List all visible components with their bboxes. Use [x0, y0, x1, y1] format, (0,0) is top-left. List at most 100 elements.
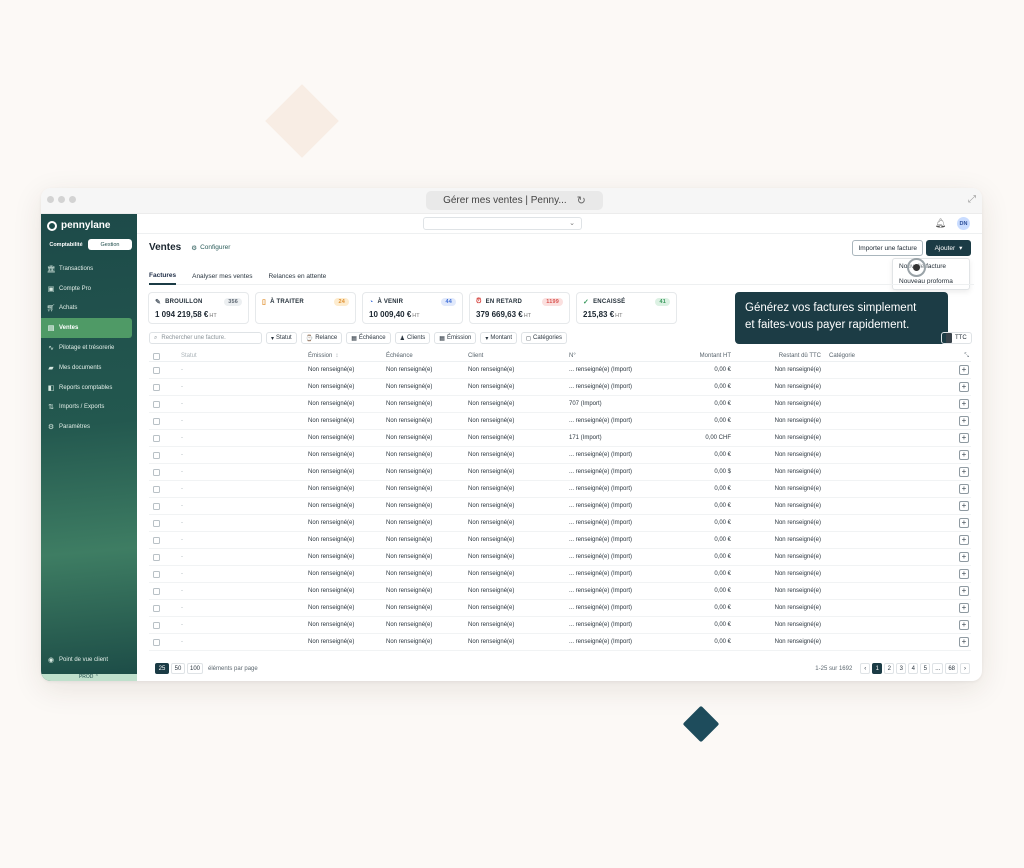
sidebar-item-5[interactable]: ▰ Mes documents [41, 358, 137, 378]
sidebar-item-4[interactable]: ∿ Pilotage et trésorerie [41, 338, 137, 358]
filter-4[interactable]: ▦ Émission [434, 332, 477, 344]
row-checkbox[interactable] [153, 383, 160, 391]
table-row[interactable]: - Non renseigné(e) Non renseigné(e) Non ren… [149, 481, 971, 498]
table-row[interactable]: - Non renseigné(e) Non renseigné(e) Non ren… [149, 379, 971, 396]
filter-0[interactable]: ▾ Statut [266, 332, 297, 344]
page-68[interactable]: 68 [945, 663, 958, 674]
header-echeance[interactable]: Échéance [386, 353, 468, 359]
sidebar-item-1[interactable]: ▣ Compte Pro [41, 279, 137, 299]
page-size-25[interactable]: 25 [155, 663, 169, 674]
expand-icon[interactable]: ⤢ [968, 194, 976, 205]
select-all-checkbox[interactable] [153, 352, 160, 360]
add-category-button[interactable]: + [959, 484, 969, 494]
table-row[interactable]: - Non renseigné(e) Non renseigné(e) Non ren… [149, 464, 971, 481]
tab-relances[interactable]: Relances en attente [268, 267, 326, 285]
module-switch[interactable]: Comptabilité Gestion [44, 239, 132, 250]
table-row[interactable]: - Non renseigné(e) Non renseigné(e) Non ren… [149, 549, 971, 566]
filter-1[interactable]: ⌚ Relance [300, 332, 343, 344]
page-...[interactable]: ... [932, 663, 944, 674]
table-row[interactable]: - Non renseigné(e) Non renseigné(e) Non ren… [149, 430, 971, 447]
add-category-button[interactable]: + [959, 586, 969, 596]
row-checkbox[interactable] [153, 570, 160, 578]
row-checkbox[interactable] [153, 519, 160, 527]
row-checkbox[interactable] [153, 604, 160, 612]
page-size-100[interactable]: 100 [187, 663, 204, 674]
table-row[interactable]: - Non renseigné(e) Non renseigné(e) Non ren… [149, 634, 971, 651]
tab-analyser[interactable]: Analyser mes ventes [192, 267, 252, 285]
import-invoice-button[interactable]: Importer une facture [852, 240, 923, 256]
next-page-icon[interactable]: › [960, 663, 970, 674]
page-5[interactable]: 5 [920, 663, 931, 674]
address-bar[interactable]: Gérer mes ventes | Penny... ↻ [426, 191, 603, 210]
status-card[interactable]: ▯ À TRAITER 24 [255, 292, 356, 324]
page-size-50[interactable]: 50 [171, 663, 185, 674]
table-row[interactable]: - Non renseigné(e) Non renseigné(e) Non ren… [149, 600, 971, 617]
table-row[interactable]: - Non renseigné(e) Non renseigné(e) Non ren… [149, 498, 971, 515]
status-card[interactable]: ✎ BROUILLON 356 1 094 219,58 €HT [148, 292, 249, 324]
add-category-button[interactable]: + [959, 637, 969, 647]
header-emission[interactable]: Émission ↕ [308, 353, 386, 359]
add-category-button[interactable]: + [959, 518, 969, 528]
header-category[interactable]: Catégorie [821, 353, 903, 359]
add-category-button[interactable]: + [959, 620, 969, 630]
add-category-button[interactable]: + [959, 467, 969, 477]
prev-page-icon[interactable]: ‹ [860, 663, 871, 674]
sidebar-item-3[interactable]: ▤ Ventes [41, 318, 132, 339]
status-card[interactable]: ◔ À VENIR 44 10 009,40 €HT [362, 292, 463, 324]
reload-icon[interactable]: ↻ [577, 194, 586, 207]
add-category-button[interactable]: + [959, 416, 969, 426]
row-checkbox[interactable] [153, 502, 160, 510]
columns-settings-icon[interactable]: ⤡ [964, 353, 969, 360]
table-row[interactable]: - Non renseigné(e) Non renseigné(e) Non ren… [149, 532, 971, 549]
add-category-button[interactable]: + [959, 399, 969, 409]
filter-2[interactable]: ▦ Échéance [346, 332, 391, 344]
table-row[interactable]: - Non renseigné(e) Non renseigné(e) Non ren… [149, 583, 971, 600]
page-1[interactable]: 1 [872, 663, 883, 674]
filter-3[interactable]: ♟ Clients [394, 332, 431, 344]
header-client[interactable]: Client [468, 353, 569, 359]
add-category-button[interactable]: + [959, 501, 969, 511]
row-checkbox[interactable] [153, 621, 160, 629]
segment-comptabilite[interactable]: Comptabilité [44, 239, 88, 250]
add-category-button[interactable]: + [959, 535, 969, 545]
add-category-button[interactable]: + [959, 450, 969, 460]
filter-6[interactable]: ◻ Catégories [521, 332, 568, 344]
row-checkbox[interactable] [153, 536, 160, 544]
table-row[interactable]: - Non renseigné(e) Non renseigné(e) Non ren… [149, 617, 971, 634]
configure-link[interactable]: ⚙ Configurer [191, 244, 230, 252]
status-card[interactable]: ⏰︎ EN RETARD 1199 379 669,63 €HT [469, 292, 570, 324]
header-amount[interactable]: Montant HT [665, 353, 731, 359]
header-status[interactable]: Statut [181, 353, 308, 359]
header-remaining[interactable]: Restant dû TTC [731, 353, 821, 359]
table-row[interactable]: - Non renseigné(e) Non renseigné(e) Non ren… [149, 396, 971, 413]
table-row[interactable]: - Non renseigné(e) Non renseigné(e) Non ren… [149, 566, 971, 583]
sidebar-item-8[interactable]: ⚙ Paramètres [41, 417, 137, 437]
row-checkbox[interactable] [153, 638, 160, 646]
page-3[interactable]: 3 [896, 663, 907, 674]
row-checkbox[interactable] [153, 468, 160, 476]
sidebar-bottom-item-0[interactable]: ◉ Point de vue client [41, 650, 137, 670]
bell-icon[interactable]: 🔔︎ [935, 218, 946, 229]
add-category-button[interactable]: + [959, 603, 969, 613]
search-input[interactable]: ⌕ Rechercher une facture. [149, 332, 262, 344]
row-checkbox[interactable] [153, 587, 160, 595]
row-checkbox[interactable] [153, 417, 160, 425]
table-row[interactable]: - Non renseigné(e) Non renseigné(e) Non ren… [149, 362, 971, 379]
sidebar-item-0[interactable]: 🏛︎ Transactions [41, 259, 137, 279]
brand-logo[interactable]: pennylane [47, 220, 110, 231]
environment-badge[interactable]: PROD ⌃ [41, 674, 137, 681]
row-checkbox[interactable] [153, 434, 160, 442]
row-checkbox[interactable] [153, 366, 160, 374]
segment-gestion[interactable]: Gestion [88, 239, 132, 250]
avatar[interactable]: DN [957, 217, 970, 230]
row-checkbox[interactable] [153, 553, 160, 561]
page-2[interactable]: 2 [884, 663, 895, 674]
window-controls[interactable] [47, 196, 76, 203]
filter-5[interactable]: ▾ Montant [480, 332, 518, 344]
add-button[interactable]: Ajouter ▾ [926, 240, 971, 256]
status-card[interactable]: ✓ ENCAISSÉ 41 215,83 €HT [576, 292, 677, 324]
company-selector[interactable]: ⌄ [423, 217, 582, 230]
table-row[interactable]: - Non renseigné(e) Non renseigné(e) Non ren… [149, 515, 971, 532]
table-row[interactable]: - Non renseigné(e) Non renseigné(e) Non ren… [149, 447, 971, 464]
table-row[interactable]: - Non renseigné(e) Non renseigné(e) Non ren… [149, 413, 971, 430]
